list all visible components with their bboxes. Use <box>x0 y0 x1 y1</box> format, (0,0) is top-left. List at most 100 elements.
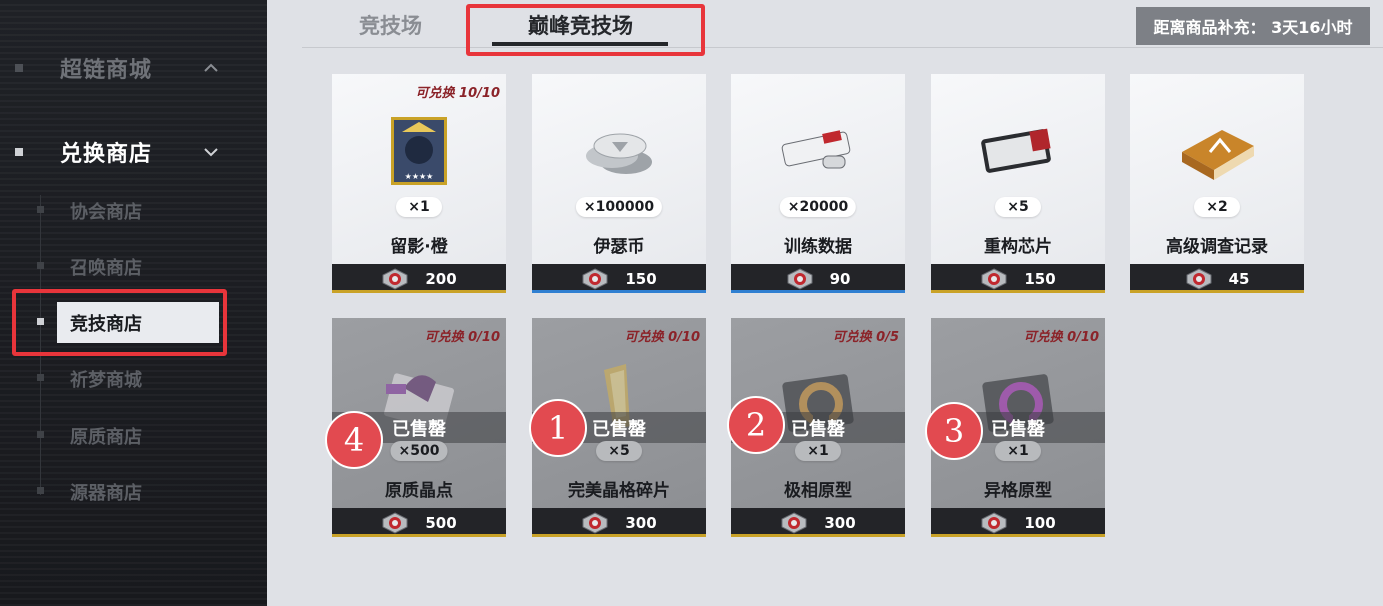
price-bar: 500 <box>332 508 506 537</box>
annotation-number-badge: 3 <box>925 402 983 460</box>
restock-countdown: 距离商品补充： 3天16小时 <box>1136 7 1370 45</box>
arena-medal-icon <box>1185 267 1213 290</box>
item-price: 45 <box>1228 269 1250 288</box>
stock-counter: 可兑换 0/10 <box>624 330 700 345</box>
item-price: 300 <box>824 513 856 532</box>
sidebar-item-label: 原质商店 <box>70 427 142 448</box>
group-marker <box>15 148 23 156</box>
price-bar: 150 <box>532 264 706 293</box>
item-name: 高级调查记录 <box>1166 237 1268 257</box>
sidebar-group-hyperlink-mall[interactable]: 超链商城 <box>0 48 267 88</box>
item-name: 原质晶点 <box>385 481 453 501</box>
annotation-number-badge: 4 <box>325 411 383 469</box>
price-bar: 200 <box>332 264 506 293</box>
sidebar-item-arena-shop[interactable]: 竞技商店 <box>0 301 267 343</box>
sidebar-item-essence-shop[interactable]: 原质商店 <box>0 414 267 454</box>
item-quantity: ×1 <box>396 197 442 217</box>
price-bar: 100 <box>931 508 1105 537</box>
rarity-accent <box>332 290 506 293</box>
item-marker <box>37 318 44 325</box>
price-bar: 90 <box>731 264 905 293</box>
stock-counter: 可兑换 10/10 <box>415 86 500 101</box>
arena-medal-icon <box>581 511 609 534</box>
item-marker <box>37 262 44 269</box>
stock-counter: 可兑换 0/10 <box>1023 330 1099 345</box>
chevron-down-icon <box>204 148 218 157</box>
arena-medal-icon <box>381 511 409 534</box>
arena-medal-icon <box>980 267 1008 290</box>
item-price: 150 <box>625 269 657 288</box>
tab-arena[interactable]: 竞技场 <box>359 10 422 40</box>
item-name: 异格原型 <box>984 481 1052 501</box>
record-book-icon <box>1172 112 1262 192</box>
item-marker <box>37 206 44 213</box>
item-price: 500 <box>425 513 457 532</box>
rarity-accent <box>532 290 706 293</box>
item-quantity: ×1 <box>995 441 1041 461</box>
sidebar-item-label: 协会商店 <box>70 202 142 223</box>
item-price: 100 <box>1024 513 1056 532</box>
stock-counter: 可兑换 0/5 <box>832 330 899 345</box>
shop-item-card[interactable]: ×20000 训练数据 90 <box>731 74 905 293</box>
price-bar: 150 <box>931 264 1105 293</box>
rarity-accent <box>731 290 905 293</box>
echo-portrait-icon: ★★★★ <box>374 112 464 192</box>
sidebar: 超链商城 兑换商店 协会商店 召唤商店 竞技商店 祈梦商城 原质商店 源器商店 <box>0 0 267 606</box>
arena-medal-icon <box>780 511 808 534</box>
chip-icon <box>973 112 1063 192</box>
item-quantity: ×1 <box>795 441 841 461</box>
svg-text:★★★★: ★★★★ <box>405 172 434 181</box>
item-name: 极相原型 <box>784 481 852 501</box>
sidebar-item-summon-shop[interactable]: 召唤商店 <box>0 245 267 285</box>
item-quantity: ×100000 <box>575 197 663 217</box>
item-marker <box>37 374 44 381</box>
rarity-accent <box>332 534 506 537</box>
sidebar-item-label: 竞技商店 <box>70 314 142 335</box>
rarity-accent <box>532 534 706 537</box>
item-quantity: ×5 <box>596 441 642 461</box>
item-quantity: ×5 <box>995 197 1041 217</box>
price-bar: 45 <box>1130 264 1304 293</box>
rarity-accent <box>731 534 905 537</box>
shop-item-card[interactable]: ×2 高级调查记录 45 <box>1130 74 1304 293</box>
group-marker <box>15 64 23 72</box>
arena-medal-icon <box>581 267 609 290</box>
item-name: 完美晶格碎片 <box>568 481 670 501</box>
item-quantity: ×20000 <box>779 197 857 217</box>
arena-medal-icon <box>786 267 814 290</box>
data-card-icon <box>773 112 863 192</box>
sidebar-item-label: 源器商店 <box>70 483 142 504</box>
rarity-accent <box>1130 290 1304 293</box>
sidebar-item-label: 祈梦商城 <box>70 370 142 391</box>
shop-item-card[interactable]: ×5 重构芯片 150 <box>931 74 1105 293</box>
sidebar-item-dream-shop[interactable]: 祈梦商城 <box>0 357 267 397</box>
item-name: 重构芯片 <box>984 237 1052 257</box>
tabs-divider <box>302 47 1383 48</box>
tab-peak-arena[interactable]: 巅峰竞技场 <box>528 10 633 40</box>
stock-counter: 可兑换 0/10 <box>424 330 500 345</box>
annotation-number-badge: 2 <box>727 396 785 454</box>
shop-item-card[interactable]: ×100000 伊瑟币 150 <box>532 74 706 293</box>
sidebar-group-label: 兑换商店 <box>60 142 153 167</box>
shop-item-card[interactable]: 可兑换 10/10 ★★★★ ×1 留影·橙 200 <box>332 74 506 293</box>
item-price: 150 <box>1024 269 1056 288</box>
price-bar: 300 <box>532 508 706 537</box>
sidebar-group-exchange-shop[interactable]: 兑换商店 <box>0 132 267 172</box>
item-quantity: ×2 <box>1194 197 1240 217</box>
active-tab-indicator <box>492 42 668 46</box>
item-name: 伊瑟币 <box>593 237 645 257</box>
sidebar-item-source-shop[interactable]: 源器商店 <box>0 470 267 510</box>
item-price: 200 <box>425 269 457 288</box>
item-marker <box>37 487 44 494</box>
rarity-accent <box>931 534 1105 537</box>
annotation-number-badge: 1 <box>529 399 587 457</box>
item-name: 留影·橙 <box>390 237 448 257</box>
item-price: 300 <box>625 513 657 532</box>
item-price: 90 <box>829 269 851 288</box>
item-quantity: ×500 <box>390 441 448 461</box>
sidebar-group-label: 超链商城 <box>60 58 153 83</box>
arena-medal-icon <box>980 511 1008 534</box>
coin-stack-icon <box>574 112 664 192</box>
sidebar-item-association-shop[interactable]: 协会商店 <box>0 189 267 229</box>
sidebar-item-label: 召唤商店 <box>70 258 142 279</box>
